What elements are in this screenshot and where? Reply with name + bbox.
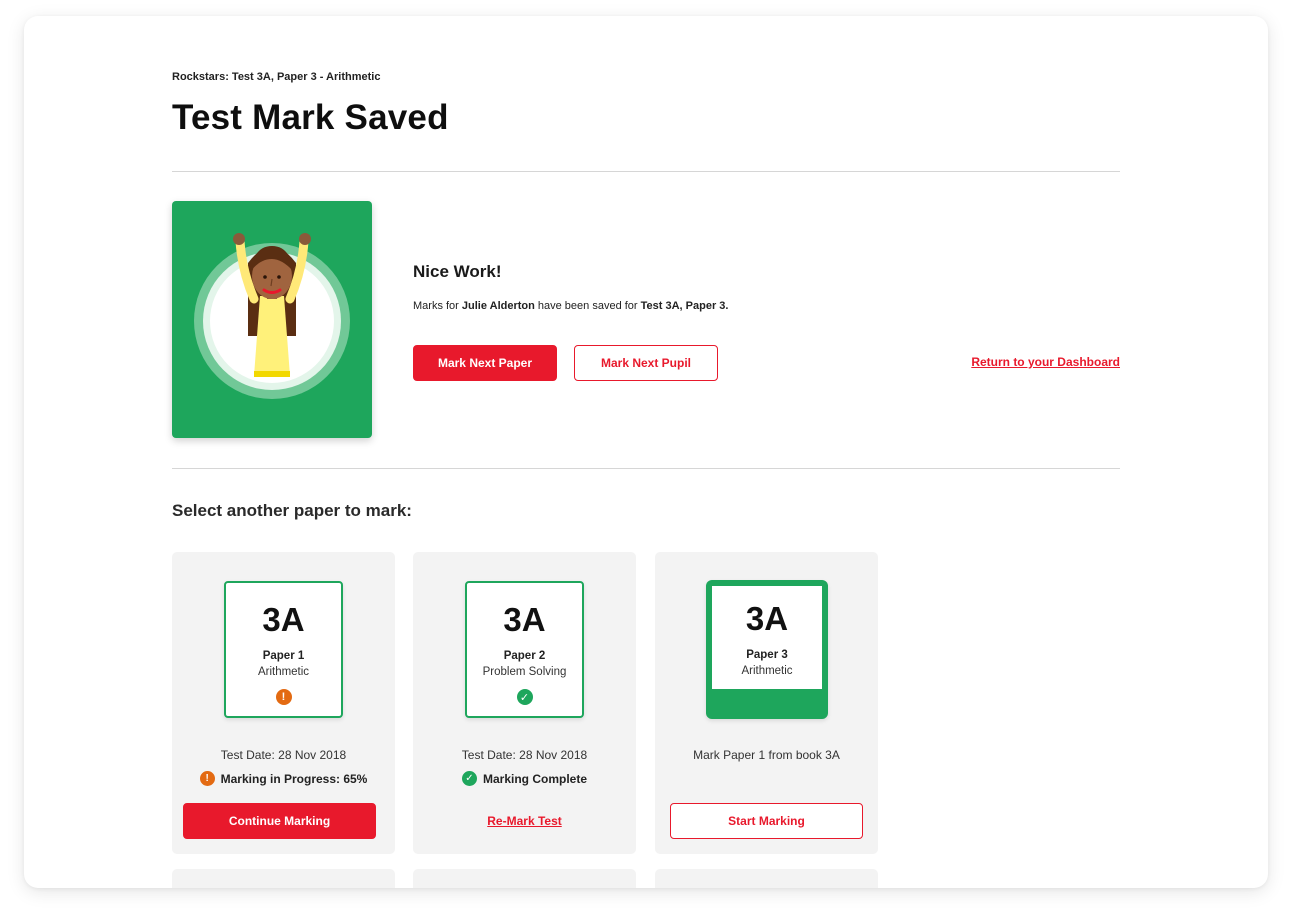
start-marking-button[interactable]: Start Marking (670, 803, 863, 839)
paper-card-partial (172, 869, 395, 888)
book-paper-label: Paper 1 (262, 650, 305, 662)
mark-next-paper-button[interactable]: Mark Next Paper (413, 345, 557, 381)
book-cover[interactable]: 3A Paper 1 Arithmetic ! (224, 581, 343, 718)
warning-icon: ! (199, 771, 215, 786)
paper-card-partial (413, 869, 636, 888)
test-date: Test Date: 28 Nov 2018 (220, 748, 347, 762)
continue-marking-button[interactable]: Continue Marking (183, 803, 376, 839)
paper-card-1: 3A Paper 1 Arithmetic ! Test Date: 28 No… (172, 552, 395, 854)
paper-card-3: 3A Paper 3 Arithmetic Mark Paper 1 from … (655, 552, 878, 854)
check-icon: ✓ (461, 771, 477, 786)
celebrating-pupil-icon (194, 233, 350, 399)
mark-next-pupil-button[interactable]: Mark Next Pupil (574, 345, 718, 381)
book-code: 3A (262, 601, 305, 638)
middle-divider (172, 468, 1120, 469)
book-code: 3A (503, 601, 546, 638)
return-dashboard-link[interactable]: Return to your Dashboard (971, 355, 1120, 369)
book-cover[interactable]: 3A Paper 2 Problem Solving ✓ (465, 581, 584, 718)
book-subject: Arithmetic (741, 665, 793, 677)
page-title: Test Mark Saved (172, 98, 449, 137)
book-subject: Arithmetic (257, 666, 310, 678)
marking-status-text: Marking in Progress: 65% (220, 771, 368, 786)
check-icon: ✓ (516, 689, 533, 705)
test-date: Test Date: 28 Nov 2018 (461, 748, 588, 762)
test-name: Test 3A, Paper 3. (640, 300, 729, 312)
celebration-illustration (172, 201, 372, 438)
success-heading: Nice Work! (413, 262, 502, 281)
breadcrumb: Rockstars: Test 3A, Paper 3 - Arithmetic (172, 71, 381, 83)
book-cover-inner: 3A Paper 3 Arithmetic (712, 586, 822, 689)
saved-message-prefix: Marks for (413, 300, 462, 312)
warning-icon: ! (275, 689, 292, 705)
paper-card-partial (655, 869, 878, 888)
book-paper-label: Paper 3 (746, 649, 788, 661)
marking-status: ✓ Marking Complete (413, 771, 636, 786)
pupil-name: Julie Alderton (461, 300, 535, 312)
marking-status: ! Marking in Progress: 65% (172, 771, 395, 786)
section-title: Select another paper to mark: (172, 501, 412, 520)
re-mark-test-link[interactable]: Re-Mark Test (413, 814, 636, 828)
book-code: 3A (745, 600, 789, 637)
marking-status-text: Marking Complete (482, 771, 587, 786)
book-paper-label: Paper 2 (503, 650, 546, 662)
saved-message: Marks for Julie Alderton have been saved… (413, 300, 728, 312)
book-cover-selected[interactable]: 3A Paper 3 Arithmetic (706, 580, 828, 719)
paper-note: Mark Paper 1 from book 3A (693, 748, 840, 762)
book-subject: Problem Solving (482, 666, 567, 678)
top-divider (172, 171, 1120, 172)
paper-card-2: 3A Paper 2 Problem Solving ✓ Test Date: … (413, 552, 636, 854)
app-window: Rockstars: Test 3A, Paper 3 - Arithmetic… (24, 16, 1268, 888)
saved-message-middle: have been saved for (534, 300, 641, 312)
